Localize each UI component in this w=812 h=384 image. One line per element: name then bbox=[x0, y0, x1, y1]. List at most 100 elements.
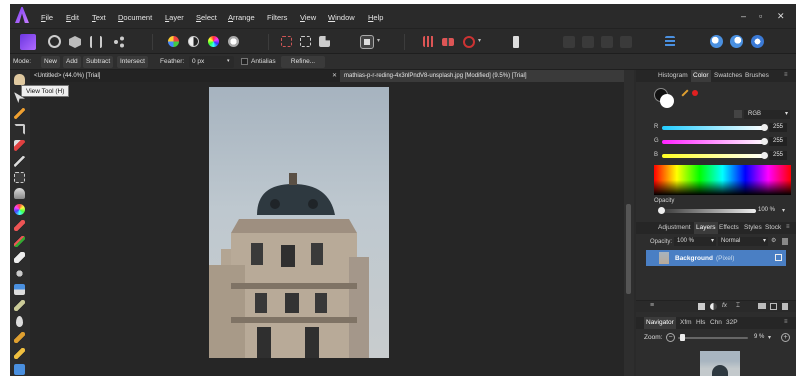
adjustment-layer-icon[interactable] bbox=[710, 303, 717, 310]
assistant-icon[interactable] bbox=[463, 36, 475, 48]
window-minimize-button[interactable]: – bbox=[741, 11, 746, 21]
align-right-icon[interactable] bbox=[601, 36, 613, 48]
chevron-down-icon[interactable]: ▾ bbox=[768, 334, 771, 341]
link-icon[interactable] bbox=[442, 38, 454, 46]
align-top-icon[interactable] bbox=[620, 36, 632, 48]
invert-selection-icon[interactable] bbox=[319, 36, 330, 47]
align-left-icon[interactable] bbox=[563, 36, 575, 48]
window-restore-button[interactable]: ▫ bbox=[759, 11, 762, 21]
vertical-scrollbar-thumb[interactable] bbox=[626, 204, 631, 294]
mode-subtract-button[interactable]: Subtract bbox=[83, 56, 114, 68]
green-value[interactable]: 255 bbox=[769, 137, 787, 146]
fx-icon[interactable]: fx bbox=[722, 302, 727, 309]
arrange-icon[interactable] bbox=[665, 36, 675, 47]
tone-mapping-persona-icon[interactable] bbox=[90, 36, 102, 48]
folder-icon[interactable] bbox=[758, 303, 766, 309]
zoom-in-icon[interactable]: + bbox=[781, 333, 790, 342]
menu-help[interactable]: Help bbox=[368, 13, 383, 22]
develop-persona-icon[interactable] bbox=[69, 36, 81, 48]
tab-effects[interactable]: Effects bbox=[717, 222, 741, 234]
tab-swatches[interactable]: Swatches bbox=[712, 70, 744, 82]
flood-select-tool-icon[interactable] bbox=[14, 156, 25, 167]
add-layer-icon[interactable] bbox=[770, 303, 777, 310]
tab-stock[interactable]: Stock bbox=[763, 222, 783, 234]
zoom-slider[interactable] bbox=[678, 334, 748, 341]
green-slider[interactable] bbox=[662, 138, 768, 145]
red-value[interactable]: 255 bbox=[769, 123, 787, 132]
color-model-select[interactable]: RGB ▾ bbox=[744, 110, 790, 119]
navigator-preview[interactable] bbox=[700, 351, 740, 376]
primary-color-swatch[interactable] bbox=[660, 94, 674, 108]
chevron-down-icon[interactable]: ▾ bbox=[377, 37, 393, 53]
quick-mask-icon[interactable] bbox=[360, 35, 374, 49]
refine-button[interactable]: Refine... bbox=[281, 56, 325, 68]
exposure-icon[interactable] bbox=[751, 35, 764, 48]
select-all-icon[interactable] bbox=[281, 36, 292, 47]
tab-brushes[interactable]: Brushes bbox=[743, 70, 771, 82]
blue-value[interactable]: 255 bbox=[769, 151, 787, 160]
blend-mode-select[interactable]: Normal ▾ bbox=[718, 237, 768, 246]
view-tool-icon[interactable] bbox=[14, 74, 25, 85]
menu-document[interactable]: Document bbox=[118, 13, 152, 22]
deselect-icon[interactable] bbox=[300, 36, 311, 47]
close-icon[interactable]: ✕ bbox=[332, 72, 337, 79]
menu-edit[interactable]: Edit bbox=[66, 13, 79, 22]
opacity-value[interactable]: 100 % bbox=[758, 207, 775, 213]
panel-menu-icon[interactable]: ≡ bbox=[784, 319, 788, 325]
menu-text[interactable]: Text bbox=[92, 13, 106, 22]
snapping-icon[interactable] bbox=[423, 36, 434, 47]
tab-history[interactable]: Hls bbox=[694, 317, 707, 329]
flood-fill-tool-icon[interactable] bbox=[14, 188, 25, 199]
auto-colors-icon[interactable] bbox=[208, 36, 219, 47]
menu-layer[interactable]: Layer bbox=[165, 13, 184, 22]
chevron-down-icon[interactable]: ▾ bbox=[782, 207, 785, 214]
mode-new-button[interactable]: New bbox=[41, 56, 61, 68]
tab-32p[interactable]: 32P bbox=[724, 317, 740, 329]
layer-menu-icon[interactable]: ≡ bbox=[650, 302, 654, 309]
canvas-area[interactable] bbox=[30, 82, 634, 376]
gradient-tool-icon[interactable] bbox=[14, 204, 25, 215]
pen-tool-icon[interactable] bbox=[14, 332, 25, 343]
tab-adjustment[interactable]: Adjustment bbox=[656, 222, 693, 234]
dodge-tool-icon[interactable] bbox=[14, 268, 25, 279]
blur-brush-tool-icon[interactable] bbox=[16, 316, 23, 327]
mask-layer-icon[interactable] bbox=[698, 303, 705, 310]
panel-menu-icon[interactable]: ≡ bbox=[784, 72, 788, 78]
lock-icon[interactable] bbox=[734, 110, 742, 118]
tab-styles[interactable]: Styles bbox=[742, 222, 764, 234]
menu-arrange[interactable]: Arrange bbox=[228, 13, 255, 22]
tab-channels[interactable]: Chn bbox=[708, 317, 724, 329]
clone-brush-tool-icon[interactable] bbox=[14, 284, 25, 295]
tab-color[interactable]: Color bbox=[691, 70, 711, 82]
color-picker-icon[interactable] bbox=[681, 89, 689, 97]
window-close-button[interactable]: ✕ bbox=[777, 11, 785, 22]
menu-filters[interactable]: Filters bbox=[267, 13, 287, 22]
auto-contrast-icon[interactable] bbox=[188, 36, 199, 47]
zoom-out-icon[interactable]: − bbox=[666, 333, 675, 342]
auto-white-balance-icon[interactable] bbox=[228, 36, 239, 47]
lock-icon[interactable] bbox=[782, 238, 788, 245]
paint-brush-tool-icon[interactable] bbox=[14, 220, 25, 231]
tab-navigator[interactable]: Navigator bbox=[644, 317, 676, 329]
layer-row-background[interactable]: Background (Pixel) bbox=[646, 250, 786, 266]
chevron-down-icon[interactable]: ▾ bbox=[227, 58, 230, 64]
menu-window[interactable]: Window bbox=[328, 13, 355, 22]
liquify-persona-icon[interactable] bbox=[48, 35, 61, 48]
tab-layers[interactable]: Layers bbox=[694, 222, 718, 234]
levels-icon[interactable] bbox=[168, 36, 179, 47]
color-picker-tool-icon[interactable] bbox=[14, 108, 25, 119]
tab-histogram[interactable]: Histogram bbox=[656, 70, 690, 82]
tab-transform[interactable]: Xfm bbox=[678, 317, 694, 329]
color-replacement-tool-icon[interactable] bbox=[14, 236, 25, 247]
force-pixel-alignment-icon[interactable] bbox=[513, 36, 519, 48]
export-persona-icon[interactable] bbox=[113, 36, 125, 48]
gear-icon[interactable]: ⚙ bbox=[771, 237, 776, 244]
layer-visibility-checkbox[interactable] bbox=[775, 254, 782, 261]
menu-file[interactable]: File bbox=[41, 13, 53, 22]
mask-icon[interactable] bbox=[730, 35, 743, 48]
mode-intersect-button[interactable]: Intersect bbox=[117, 56, 148, 68]
panel-menu-icon[interactable]: ≡ bbox=[786, 224, 790, 230]
healing-brush-tool-icon[interactable] bbox=[14, 300, 25, 311]
photo-persona-icon[interactable] bbox=[20, 34, 36, 50]
red-slider[interactable] bbox=[662, 124, 768, 131]
